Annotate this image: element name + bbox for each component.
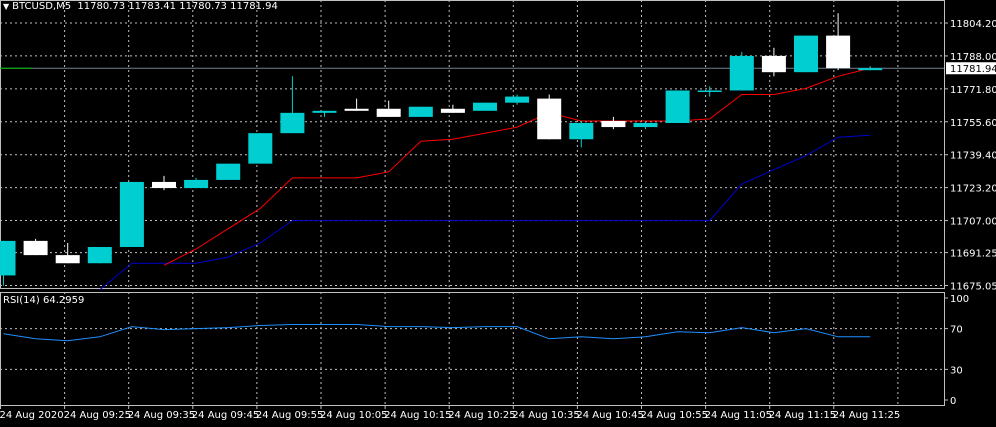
candle-bull (216, 163, 241, 180)
time-axis-label: 24 Aug 10:05 (320, 410, 387, 421)
time-axis-label: 24 Aug 10:35 (512, 410, 579, 421)
rsi-header: RSI(14) 64.2959 (3, 295, 84, 306)
candle-bear (376, 108, 401, 117)
time-axis-label: 24 Aug 10:25 (448, 410, 515, 421)
blue-ma-line (99, 134, 871, 291)
candle-bull (408, 106, 433, 117)
candle-bull (665, 90, 690, 123)
candle-bull (633, 123, 658, 128)
candle-bull (119, 181, 144, 247)
time-axis-label: 24 Aug 09:55 (256, 410, 323, 421)
price-axis-label: 11723.20 (950, 184, 996, 195)
price-axis-label: 11771.80 (950, 85, 996, 96)
price-axis-label: 11755.60 (950, 118, 996, 129)
candle-bull (248, 133, 273, 164)
price-axis-label: 11707.00 (950, 217, 996, 228)
time-axis-label: 24 Aug 10:15 (384, 410, 451, 421)
price-axis-label: 11804.20 (950, 19, 996, 30)
candle-bull (729, 55, 754, 91)
candle-bull (184, 179, 209, 189)
candle-bear (344, 108, 369, 111)
candle-bull (87, 246, 112, 264)
rsi-value: 64.2959 (42, 295, 85, 306)
time-axis-label: 24 Aug 09:25 (64, 410, 131, 421)
candle-bull (569, 123, 594, 140)
current-price-tag-text: 11781.94 (950, 64, 996, 75)
collapse-triangle-icon[interactable]: ▼ (3, 2, 9, 11)
candle-bear (761, 55, 786, 73)
candle-bull (697, 90, 722, 92)
candle-bull (312, 110, 337, 113)
candle-bear (152, 181, 176, 189)
candle-bull (0, 240, 16, 276)
price-axis-label: 11675.05 (950, 282, 996, 293)
candle-bull (858, 68, 883, 71)
price-axis-label: 11739.40 (950, 151, 996, 162)
candle-bear (23, 240, 48, 256)
chart-area[interactable]: 11804.20 11788.00 11771.80 11755.60 11739.40… (0, 0, 996, 427)
rsi-line (3, 324, 871, 342)
candle-bear (601, 120, 626, 128)
rsi-pane-border (0, 292, 945, 406)
time-axis-label: 24 Aug 09:45 (192, 410, 259, 421)
time-axis-label: 24 Aug 09:35 (128, 410, 195, 421)
time-axis-label: 24 Aug 11:15 (769, 410, 836, 421)
ohlc-readout: 11780.73 11783.41 11780.73 11781.94 (77, 1, 278, 12)
candle-bear (826, 35, 851, 69)
price-axis-label: 11788.00 (950, 52, 996, 63)
rsi-axis-label: 0 (950, 396, 956, 407)
candle-bull (794, 35, 818, 73)
candle-bull (280, 112, 305, 134)
time-axis-label: 24 Aug 10:55 (641, 410, 708, 421)
candle-bear (440, 108, 465, 113)
rsi-label: RSI(14) (3, 295, 40, 306)
time-axis-label: 24 Aug 10:45 (576, 410, 643, 421)
candle-bear (537, 98, 562, 140)
symbol-label: BTCUSD,M5 (12, 1, 72, 12)
time-axis-label: 24 Aug 11:25 (833, 410, 900, 421)
candle-bull (473, 102, 497, 111)
candle-bull (505, 96, 530, 103)
chart-header: ▼ BTCUSD,M5 11780.73 11783.41 11780.73 11… (3, 1, 278, 12)
rsi-axis-label: 30 (950, 365, 963, 376)
price-axis-label: 11691.25 (950, 249, 996, 260)
time-axis-label: 24 Aug 2020 (0, 410, 64, 421)
candle-bear (55, 255, 80, 264)
time-axis-label: 24 Aug 11:05 (705, 410, 772, 421)
rsi-axis-label: 70 (950, 325, 963, 336)
rsi-axis-label: 100 (950, 294, 969, 305)
